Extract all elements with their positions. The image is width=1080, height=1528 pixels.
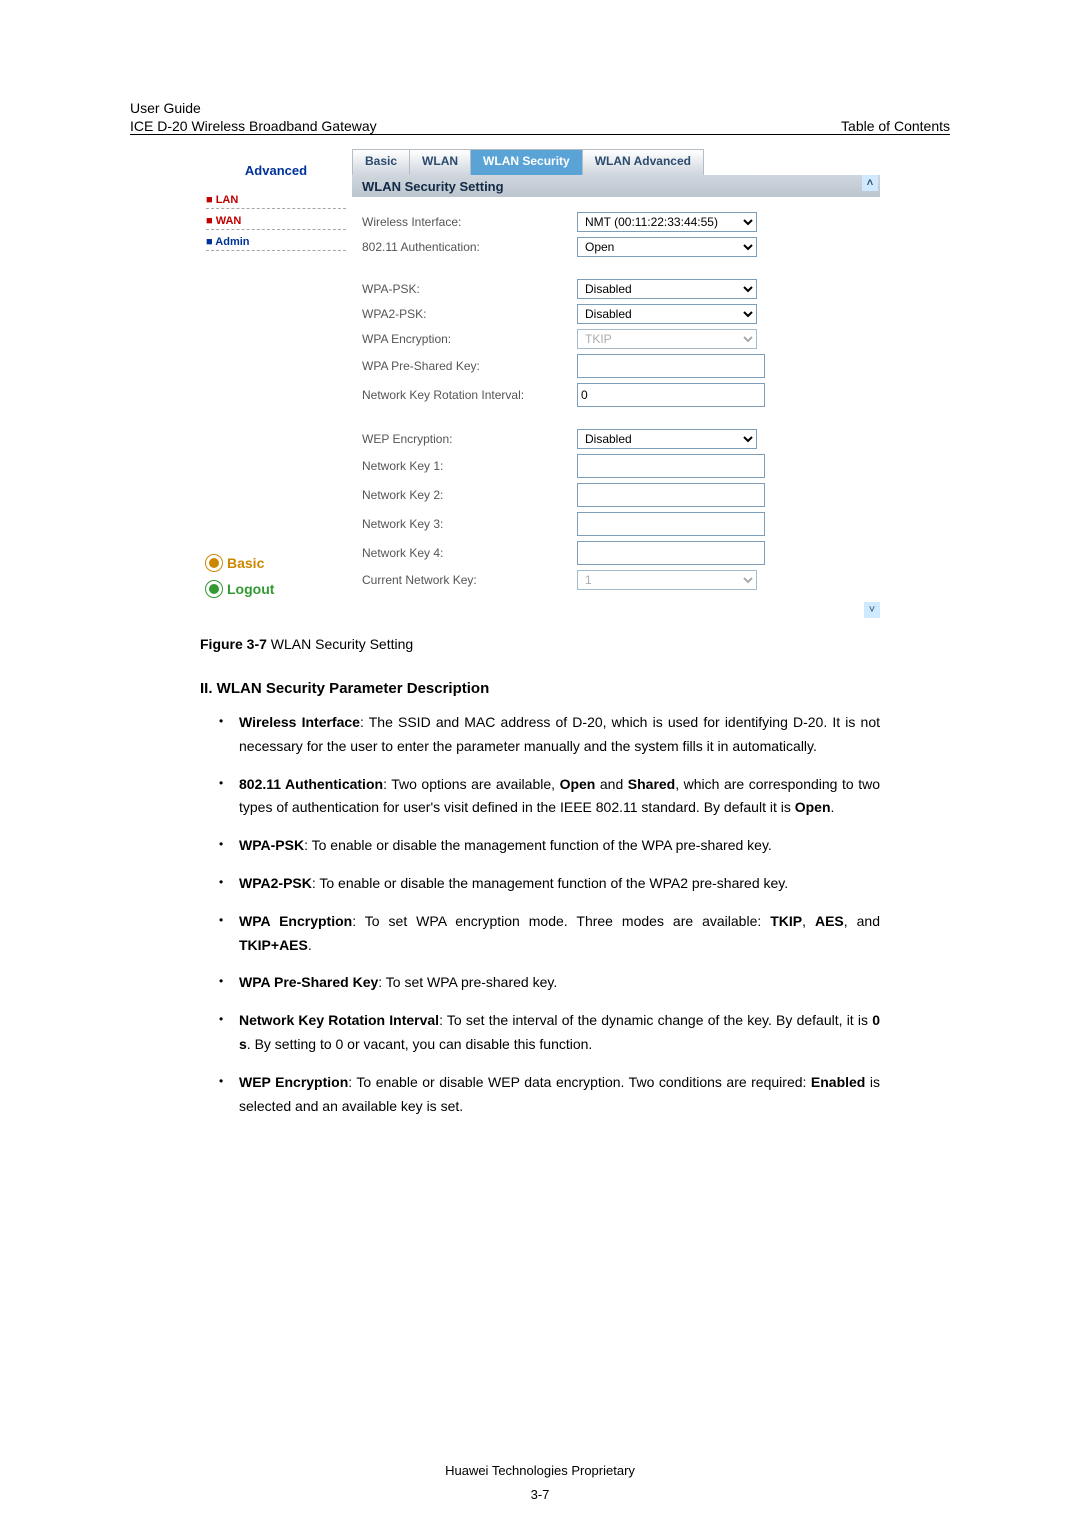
nk1-label: Network Key 1: xyxy=(362,459,577,473)
list-item: WEP Encryption: To enable or disable WEP… xyxy=(215,1071,880,1133)
section-heading: II. WLAN Security Parameter Description xyxy=(200,680,880,697)
page-number: 3-7 xyxy=(0,1487,1080,1502)
wpa2psk-label: WPA2-PSK: xyxy=(362,307,577,321)
figure-caption: Figure 3-7 WLAN Security Setting xyxy=(200,636,880,652)
wpapre-input[interactable] xyxy=(577,354,765,378)
term-wireless-interface: Wireless Interface xyxy=(239,714,360,730)
list-item: WPA Encryption: To set WPA encryption mo… xyxy=(215,910,880,972)
wpapsk-select[interactable]: Disabled xyxy=(577,279,757,299)
scroll-up-icon[interactable]: ˄ xyxy=(862,175,878,191)
panel-title-bar: WLAN Security Setting ˄ xyxy=(352,175,880,197)
term-wpapre: WPA Pre-Shared Key xyxy=(239,974,378,990)
desc-wpapre: : To set WPA pre-shared key. xyxy=(378,974,557,990)
header-right: Table of Contents xyxy=(841,118,950,134)
term-tkipaes: TKIP+AES xyxy=(239,937,308,953)
term-open: Open xyxy=(560,776,596,792)
tabs: Basic WLAN WLAN Security WLAN Advanced xyxy=(352,149,880,175)
divider xyxy=(206,249,346,251)
tab-wlan-advanced[interactable]: WLAN Advanced xyxy=(583,149,704,175)
wireless-interface-label: Wireless Interface: xyxy=(362,215,577,229)
wepenc-select[interactable]: Disabled xyxy=(577,429,757,449)
nk2-input[interactable] xyxy=(577,483,765,507)
tab-wlan-security[interactable]: WLAN Security xyxy=(471,149,583,175)
term-rot: Network Key Rotation Interval xyxy=(239,1012,439,1028)
list-item: WPA2-PSK: To enable or disable the manag… xyxy=(215,872,880,910)
sidebar-advanced-title: Advanced xyxy=(206,163,346,178)
desc-rot-2: . By setting to 0 or vacant, you can dis… xyxy=(247,1036,593,1052)
list-item: WPA Pre-Shared Key: To set WPA pre-share… xyxy=(215,971,880,1009)
footer-text: Huawei Technologies Proprietary xyxy=(0,1463,1080,1478)
desc-wpapsk: : To enable or disable the management fu… xyxy=(304,837,772,853)
tab-basic[interactable]: Basic xyxy=(352,149,410,175)
figure-caption-bold: Figure 3-7 xyxy=(200,636,271,652)
term-shared: Shared xyxy=(628,776,675,792)
desc-wep-1: : To enable or disable WEP data encrypti… xyxy=(348,1074,811,1090)
wpa2psk-select[interactable]: Disabled xyxy=(577,304,757,324)
auth-label: 802.11 Authentication: xyxy=(362,240,577,254)
divider xyxy=(206,207,346,209)
desc-auth-and: and xyxy=(595,776,627,792)
power-icon xyxy=(206,581,222,597)
figure-caption-text: WLAN Security Setting xyxy=(271,636,413,652)
nk4-label: Network Key 4: xyxy=(362,546,577,560)
desc-wpaenc-1: : To set WPA encryption mode. Three mode… xyxy=(352,913,770,929)
sidebar-lan-label: LAN xyxy=(216,194,239,206)
wireless-interface-select[interactable]: NMT (00:11:22:33:44:55) xyxy=(577,212,757,232)
term-wpapsk: WPA-PSK xyxy=(239,837,304,853)
term-wep: WEP Encryption xyxy=(239,1074,348,1090)
term-open-2: Open xyxy=(795,799,831,815)
auth-select[interactable]: Open xyxy=(577,237,757,257)
term-aes: AES xyxy=(815,913,844,929)
desc-rot-1: : To set the interval of the dynamic cha… xyxy=(439,1012,872,1028)
config-main-panel: Basic WLAN WLAN Security WLAN Advanced W… xyxy=(352,149,880,618)
desc-dot: . xyxy=(308,937,312,953)
nk1-input[interactable] xyxy=(577,454,765,478)
list-item: 802.11 Authentication: Two options are a… xyxy=(215,773,880,835)
rotation-label: Network Key Rotation Interval: xyxy=(362,388,577,402)
sidebar-basic-link[interactable]: Basic xyxy=(206,555,346,571)
desc-wpa2psk: : To enable or disable the management fu… xyxy=(312,875,788,891)
term-wpa2psk: WPA2-PSK xyxy=(239,875,312,891)
wpapsk-label: WPA-PSK: xyxy=(362,282,577,296)
wpaenc-select[interactable]: TKIP xyxy=(577,329,757,349)
curkey-select[interactable]: 1 xyxy=(577,570,757,590)
scroll-down-icon[interactable]: ˅ xyxy=(864,602,880,618)
gear-icon xyxy=(206,555,222,571)
desc-auth-end: . xyxy=(831,799,835,815)
sidebar-basic-label: Basic xyxy=(227,555,264,571)
desc-and: , and xyxy=(844,913,880,929)
desc-comma: , xyxy=(802,913,815,929)
nk2-label: Network Key 2: xyxy=(362,488,577,502)
sidebar-wan-label: WAN xyxy=(216,215,242,227)
sidebar-admin-label: Admin xyxy=(215,236,249,248)
nk3-input[interactable] xyxy=(577,512,765,536)
term-enabled: Enabled xyxy=(811,1074,865,1090)
list-item: WPA-PSK: To enable or disable the manage… xyxy=(215,834,880,872)
term-wpaenc: WPA Encryption xyxy=(239,913,352,929)
header-product: ICE D-20 Wireless Broadband Gateway xyxy=(130,118,377,134)
nk4-input[interactable] xyxy=(577,541,765,565)
figure-screenshot: Advanced ■ LAN ■ WAN ■ Admin Basic Logou… xyxy=(200,149,880,618)
desc-auth-1: : Two options are available, xyxy=(383,776,560,792)
divider xyxy=(206,228,346,230)
sidebar-logout-link[interactable]: Logout xyxy=(206,581,346,597)
header-guide: User Guide xyxy=(130,100,950,116)
wpaenc-label: WPA Encryption: xyxy=(362,332,577,346)
term-tkip: TKIP xyxy=(770,913,802,929)
term-auth: 802.11 Authentication xyxy=(239,776,383,792)
config-sidebar: Advanced ■ LAN ■ WAN ■ Admin Basic Logou… xyxy=(200,149,352,618)
tab-wlan[interactable]: WLAN xyxy=(410,149,471,175)
nk3-label: Network Key 3: xyxy=(362,517,577,531)
list-item: Network Key Rotation Interval: To set th… xyxy=(215,1009,880,1071)
wpapre-label: WPA Pre-Shared Key: xyxy=(362,359,577,373)
sidebar-logout-label: Logout xyxy=(227,581,274,597)
panel-title: WLAN Security Setting xyxy=(362,179,504,194)
wepenc-label: WEP Encryption: xyxy=(362,432,577,446)
list-item: Wireless Interface: The SSID and MAC add… xyxy=(215,711,880,773)
rotation-input[interactable] xyxy=(577,383,765,407)
curkey-label: Current Network Key: xyxy=(362,573,577,587)
bullet-list: Wireless Interface: The SSID and MAC add… xyxy=(215,711,880,1132)
